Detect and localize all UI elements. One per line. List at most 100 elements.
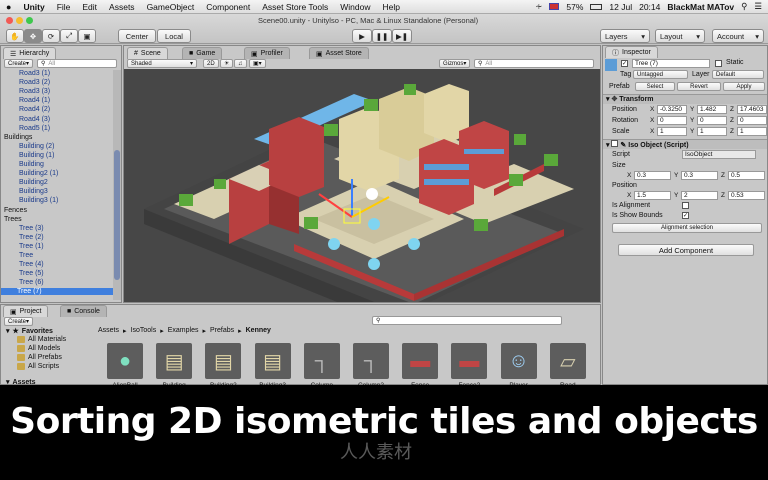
size-y-field[interactable]: 0.3	[681, 171, 718, 180]
hierarchy-item[interactable]: Tree (5)	[7, 270, 44, 277]
asset-item[interactable]: ┐Column2	[352, 343, 390, 389]
breadcrumb-item[interactable]: Examples	[168, 327, 199, 335]
position-z-field[interactable]: 17.4603	[737, 105, 767, 114]
user-name[interactable]: BlackMat MATov	[667, 2, 734, 12]
size-x-field[interactable]: 0.3	[634, 171, 671, 180]
is-alignment-checkbox[interactable]	[682, 202, 689, 209]
asset-item[interactable]: ▤Building3	[254, 343, 292, 389]
favorites-header[interactable]: ▾ ★ Favorites	[6, 327, 53, 336]
breadcrumb-item[interactable]: Assets	[98, 327, 119, 335]
hierarchy-item[interactable]: Building2 (1)	[7, 170, 58, 177]
time-text[interactable]: 20:14	[639, 2, 660, 12]
menu-app-unity[interactable]: Unity	[17, 2, 50, 12]
battery-percent[interactable]: 57%	[566, 2, 583, 12]
breadcrumb-item[interactable]: IsoTools	[131, 327, 157, 335]
static-checkbox[interactable]	[715, 60, 722, 67]
layout-dropdown[interactable]: Layout ▾	[655, 29, 705, 43]
asset-item[interactable]: ☺Player	[500, 343, 538, 389]
hand-tool-button[interactable]: ✋	[6, 29, 24, 43]
hierarchy-item[interactable]: Road5 (1)	[7, 125, 50, 132]
project-search-input[interactable]: ⚲	[372, 316, 562, 325]
tab-hierarchy[interactable]: ☰ Hierarchy	[3, 47, 57, 59]
hierarchy-item[interactable]: Building2	[7, 179, 48, 186]
script-field[interactable]: IsoObject	[682, 150, 756, 159]
hierarchy-scrollbar[interactable]	[113, 70, 121, 300]
hierarchy-item[interactable]: Tree (6)	[7, 279, 44, 286]
zoom-window-icon[interactable]	[26, 17, 33, 24]
scene-search-input[interactable]: ⚲ All	[474, 59, 594, 68]
date-text[interactable]: 12 Jul	[609, 2, 632, 12]
hierarchy-item[interactable]: Road3 (3)	[7, 88, 50, 95]
asset-item[interactable]: ●AlienBall	[106, 343, 144, 389]
hierarchy-item[interactable]: Building3	[7, 188, 48, 195]
play-button[interactable]: ▶	[352, 29, 372, 43]
layer-dropdown[interactable]: Default	[712, 70, 764, 79]
2d-mode-toggle[interactable]: 2D	[203, 59, 219, 68]
add-component-button[interactable]: Add Component	[618, 244, 754, 256]
scene-fx-dropdown[interactable]: ▣▾	[249, 59, 266, 68]
hierarchy-group[interactable]: Buildings	[4, 134, 32, 141]
step-button[interactable]: ▶❚	[392, 29, 412, 43]
close-window-icon[interactable]	[6, 17, 13, 24]
menu-help[interactable]: Help	[376, 2, 405, 12]
hierarchy-item[interactable]: Building3 (1)	[7, 197, 58, 204]
tag-dropdown[interactable]: Untagged	[633, 70, 688, 79]
favorite-item[interactable]: All Models	[17, 345, 60, 352]
hierarchy-item[interactable]: Road4 (1)	[7, 97, 50, 104]
prefab-revert-button[interactable]: Revert	[677, 82, 721, 91]
scale-x-field[interactable]: 1	[657, 127, 687, 136]
asset-item[interactable]: ▬Fence	[401, 343, 439, 389]
tab-inspector[interactable]: ⓘ Inspector	[605, 46, 658, 58]
account-dropdown[interactable]: Account ▾	[712, 29, 764, 43]
hierarchy-item[interactable]: Building (1)	[7, 152, 54, 159]
search-icon[interactable]: ⚲	[741, 1, 747, 12]
scene-lighting-toggle[interactable]: ☀	[220, 59, 234, 68]
gizmos-dropdown[interactable]: Gizmos ▾	[439, 59, 471, 68]
scale-tool-button[interactable]: ⤢	[60, 29, 78, 43]
menu-file[interactable]: File	[51, 2, 77, 12]
tab-project[interactable]: ▣ Project	[3, 305, 49, 317]
rotation-x-field[interactable]: 0	[657, 116, 687, 125]
isometric-scene-view[interactable]	[124, 69, 600, 302]
hierarchy-item[interactable]: Tree (2)	[7, 234, 44, 241]
hierarchy-item[interactable]: Tree (3)	[7, 225, 44, 232]
menu-edit[interactable]: Edit	[76, 2, 103, 12]
tab-scene[interactable]: # Scene	[127, 47, 168, 59]
menu-component[interactable]: Component	[200, 2, 256, 12]
pivot-local-button[interactable]: Local	[157, 29, 191, 43]
breadcrumb-item[interactable]: Kenney	[246, 327, 271, 335]
layers-dropdown[interactable]: Layers ▾	[600, 29, 650, 43]
scrollbar-thumb[interactable]	[114, 150, 120, 280]
hierarchy-item[interactable]: Road4 (2)	[7, 106, 50, 113]
asset-item[interactable]: ▬Fence2	[450, 343, 488, 389]
shading-mode-dropdown[interactable]: Shaded ▾	[127, 59, 197, 68]
menu-assets[interactable]: Assets	[103, 2, 141, 12]
favorite-item[interactable]: All Materials	[17, 336, 66, 343]
position-y-field[interactable]: 1.482	[697, 105, 727, 114]
project-create-button[interactable]: Create ▾	[4, 317, 34, 326]
asset-item[interactable]: ┐Column	[303, 343, 341, 389]
rotation-y-field[interactable]: 0	[697, 116, 727, 125]
pos-z-field[interactable]: 0.53	[728, 191, 765, 200]
move-tool-button[interactable]: ✥	[24, 29, 42, 43]
wifi-icon[interactable]: ∻	[535, 1, 542, 12]
hierarchy-item[interactable]: Road3 (1)	[7, 70, 50, 77]
object-active-checkbox[interactable]: ✓	[621, 60, 628, 67]
asset-item[interactable]: ▱Road	[549, 343, 587, 389]
rect-tool-button[interactable]: ▣	[78, 29, 96, 43]
hierarchy-item[interactable]: Building (2)	[7, 143, 54, 150]
favorite-item[interactable]: All Scripts	[17, 363, 59, 370]
tab-profiler[interactable]: ▣ Profiler	[244, 47, 290, 59]
hierarchy-item[interactable]: Tree (1)	[7, 243, 44, 250]
menu-gameobject[interactable]: GameObject	[141, 2, 201, 12]
hierarchy-item[interactable]: Road3 (2)	[7, 79, 50, 86]
hierarchy-search-input[interactable]: ⚲ All	[37, 59, 117, 68]
scene-audio-toggle[interactable]: ♫	[234, 59, 247, 68]
tab-game[interactable]: ■ Game	[182, 47, 223, 59]
menu-asset-store-tools[interactable]: Asset Store Tools	[256, 2, 334, 12]
scale-z-field[interactable]: 1	[737, 127, 767, 136]
prefab-select-button[interactable]: Select	[635, 82, 675, 91]
is-show-bounds-checkbox[interactable]: ✓	[682, 212, 689, 219]
flag-icon[interactable]	[549, 3, 560, 10]
hierarchy-group[interactable]: Fences	[4, 207, 27, 214]
